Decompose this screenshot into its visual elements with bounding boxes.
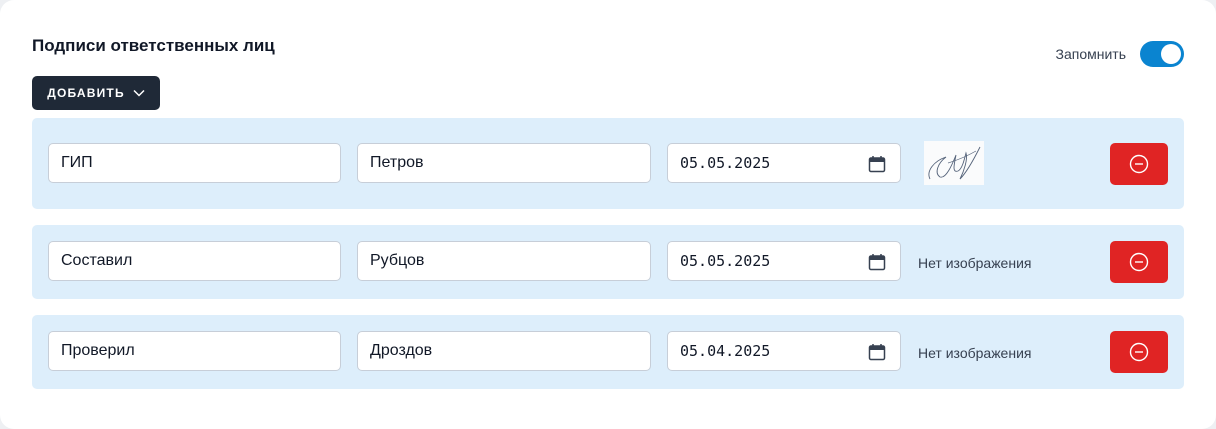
remember-label: Запомнить [1055, 46, 1127, 62]
date-field[interactable]: 05.04.2025 [667, 331, 901, 371]
role-value: Проверил [61, 342, 135, 359]
add-button-label: ДОБАВИТЬ [47, 86, 125, 100]
no-image-text: Нет изображения [918, 255, 1032, 271]
remove-row-button[interactable] [1110, 331, 1168, 373]
signature-image [924, 141, 984, 185]
calendar-icon[interactable] [868, 253, 886, 271]
name-value: Дроздов [370, 342, 433, 359]
no-image-text: Нет изображения [918, 345, 1032, 361]
role-field[interactable]: ГИП [48, 143, 341, 183]
signatures-card: Подписи ответственных лиц Запомнить ДОБА… [0, 0, 1216, 429]
name-field[interactable]: Дроздов [357, 331, 651, 371]
role-field[interactable]: Составил [48, 241, 341, 281]
signature-row: ГИП Петров 05.05.2025 [32, 118, 1184, 209]
role-value: Составил [61, 252, 133, 269]
remove-row-button[interactable] [1110, 143, 1168, 185]
section-title: Подписи ответственных лиц [32, 36, 275, 55]
role-field[interactable]: Проверил [48, 331, 341, 371]
add-button[interactable]: ДОБАВИТЬ [32, 76, 160, 110]
minus-circle-icon [1129, 342, 1149, 362]
signature-drawing [928, 146, 981, 180]
name-field[interactable]: Петров [357, 143, 651, 183]
calendar-icon[interactable] [868, 155, 886, 173]
name-field[interactable]: Рубцов [357, 241, 651, 281]
toggle-knob [1161, 44, 1181, 64]
date-field[interactable]: 05.05.2025 [667, 241, 901, 281]
calendar-icon[interactable] [868, 343, 886, 361]
minus-circle-icon [1129, 252, 1149, 272]
date-value: 05.04.2025 [680, 342, 771, 360]
remove-row-button[interactable] [1110, 241, 1168, 283]
name-value: Петров [370, 154, 424, 171]
date-value: 05.05.2025 [680, 252, 771, 270]
remember-toggle[interactable] [1140, 41, 1184, 67]
signature-row: Проверил Дроздов 05.04.2025 Нет изображе… [32, 315, 1184, 389]
name-value: Рубцов [370, 252, 425, 269]
remember-control: Запомнить [1055, 41, 1184, 67]
date-value: 05.05.2025 [680, 154, 771, 172]
minus-circle-icon [1129, 154, 1149, 174]
signature-row: Составил Рубцов 05.05.2025 Нет изображен… [32, 225, 1184, 299]
role-value: ГИП [61, 154, 93, 171]
chevron-down-icon [133, 89, 145, 97]
date-field[interactable]: 05.05.2025 [667, 143, 901, 183]
